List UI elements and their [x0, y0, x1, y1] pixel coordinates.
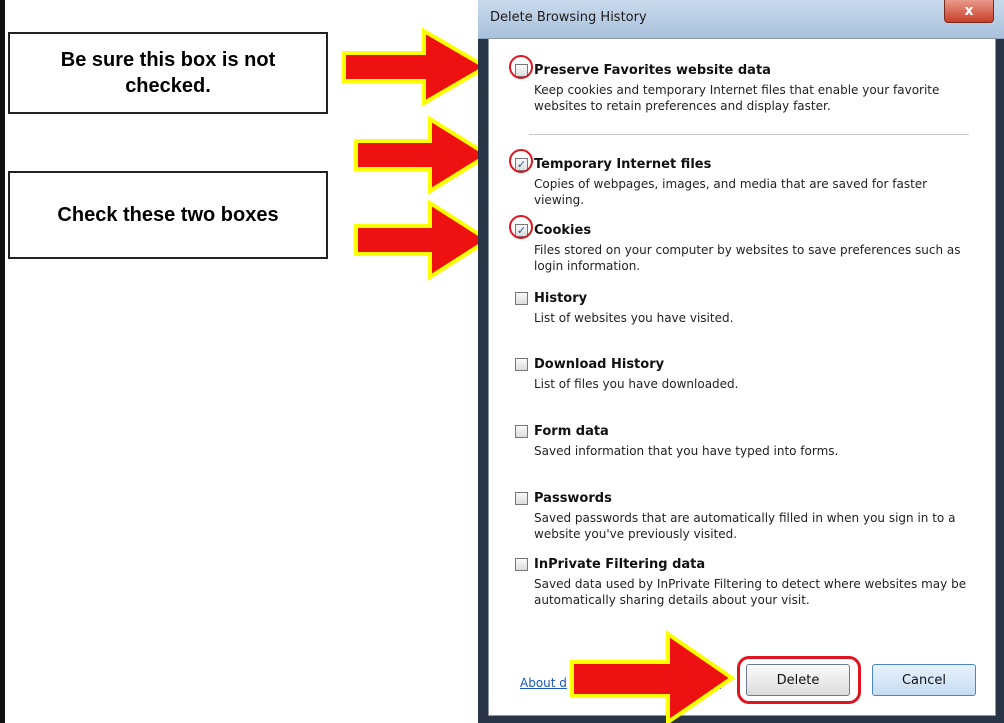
arrow-icon-delete: [570, 630, 736, 723]
delete-button-label: Delete: [776, 672, 820, 688]
arrow-icon-preserve: [342, 27, 490, 107]
cancel-button[interactable]: Cancel: [872, 664, 976, 696]
checkbox-temporary-internet-files[interactable]: ✓: [515, 157, 528, 171]
option-description: Files stored on your computer by website…: [534, 243, 961, 273]
dialog-titlebar: Delete Browsing History x: [478, 0, 1004, 39]
option-label: Preserve Favorites website data: [534, 62, 771, 78]
checkbox-history[interactable]: [515, 291, 528, 305]
checkbox-preserve-favorites[interactable]: [515, 63, 528, 77]
option-history: History List of websites you have visite…: [515, 289, 995, 326]
option-description: List of files you have downloaded.: [534, 377, 739, 391]
checkbox-cookies[interactable]: ✓: [515, 223, 528, 237]
about-link[interactable]: About d: [520, 676, 567, 690]
checkbox-download-history[interactable]: [515, 357, 528, 371]
option-label: Form data: [534, 423, 609, 439]
close-button[interactable]: x: [944, 0, 994, 23]
option-form-data: Form data Saved information that you hav…: [515, 422, 995, 459]
option-description: List of websites you have visited.: [534, 311, 734, 325]
checkbox-form-data[interactable]: [515, 424, 528, 438]
dialog-title: Delete Browsing History: [490, 10, 647, 25]
callout-unchecked-note: Be sure this box is not checked.: [8, 32, 328, 114]
option-label: InPrivate Filtering data: [534, 556, 706, 572]
option-description: Saved information that you have typed in…: [534, 444, 839, 458]
option-temporary-internet-files: ✓ Temporary Internet files Copies of web…: [515, 155, 995, 208]
arrow-icon-cookies: [354, 199, 492, 281]
option-download-history: Download History List of files you have …: [515, 355, 995, 392]
checkbox-passwords[interactable]: [515, 491, 528, 505]
option-label: Passwords: [534, 490, 612, 506]
separator: [529, 134, 969, 135]
option-description: Keep cookies and temporary Internet file…: [534, 83, 940, 113]
left-edge-bar: [0, 0, 5, 723]
option-label: Download History: [534, 356, 665, 372]
option-inprivate-filtering-data: InPrivate Filtering data Saved data used…: [515, 555, 995, 608]
close-icon: x: [964, 3, 974, 19]
callout-check-note: Check these two boxes: [8, 171, 328, 259]
option-description: Saved data used by InPrivate Filtering t…: [534, 577, 967, 607]
cancel-button-label: Cancel: [901, 672, 947, 688]
option-cookies: ✓ Cookies Files stored on your computer …: [515, 221, 995, 274]
option-label: Cookies: [534, 222, 592, 238]
arrow-icon-temporary: [354, 115, 492, 195]
option-label: Temporary Internet files: [534, 156, 712, 172]
delete-browsing-history-dialog: Delete Browsing History x Preserve Favor…: [478, 0, 1004, 723]
option-preserve-favorites: Preserve Favorites website data Keep coo…: [515, 61, 995, 114]
dialog-content: Preserve Favorites website data Keep coo…: [488, 38, 996, 716]
checkbox-inprivate-filtering-data[interactable]: [515, 557, 528, 571]
option-passwords: Passwords Saved passwords that are autom…: [515, 489, 995, 542]
option-description: Copies of webpages, images, and media th…: [534, 177, 928, 207]
delete-button[interactable]: Delete: [746, 664, 850, 696]
option-label: History: [534, 290, 588, 306]
option-description: Saved passwords that are automatically f…: [534, 511, 956, 541]
